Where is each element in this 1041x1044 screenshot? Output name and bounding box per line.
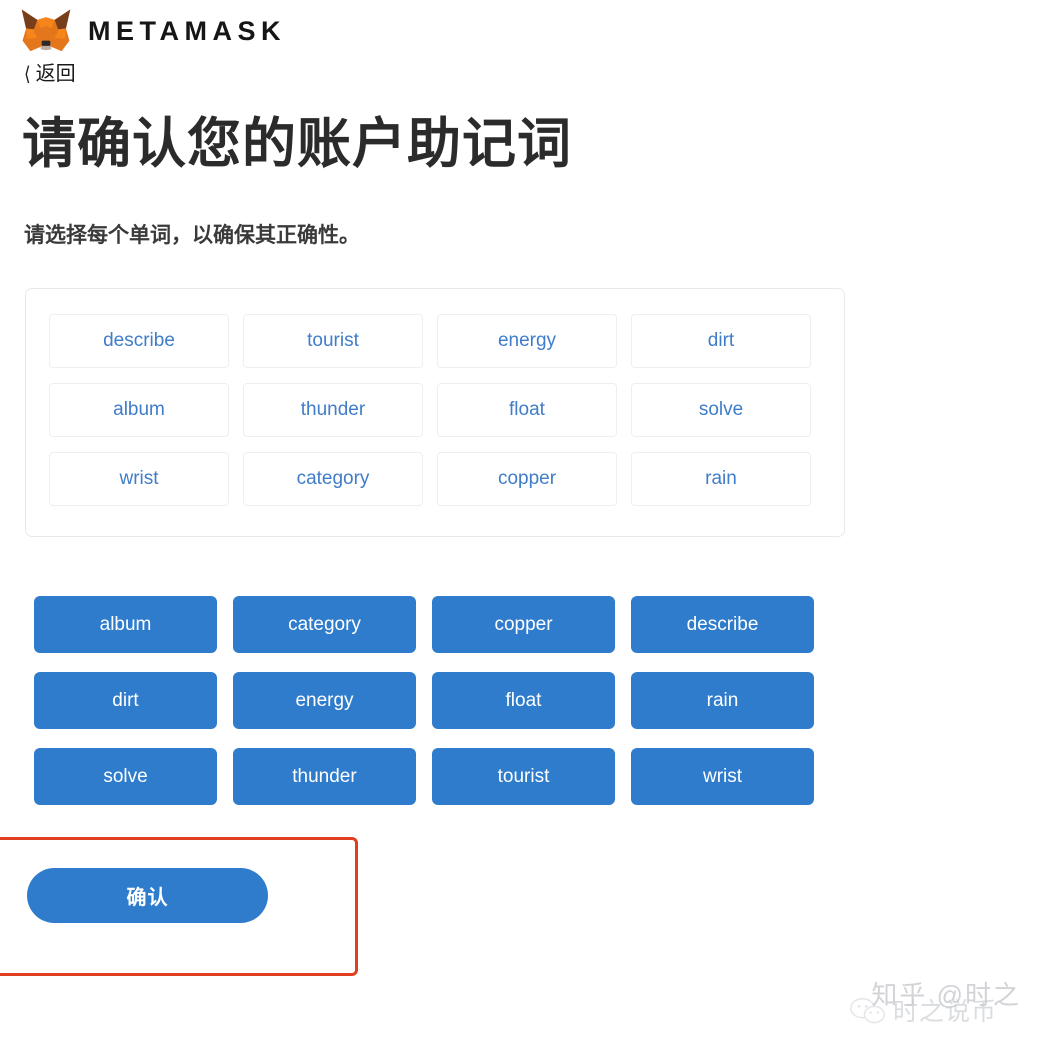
word-pool-button[interactable]: rain: [631, 672, 814, 729]
selected-word-chip[interactable]: describe: [49, 314, 229, 368]
selected-words-panel: describe tourist energy dirt album thunder flo…: [25, 288, 845, 537]
selected-word-chip[interactable]: album: [49, 383, 229, 437]
brand-header: METAMASK: [18, 6, 286, 58]
word-pool-button[interactable]: album: [34, 596, 217, 653]
chevron-left-icon: ⟨: [24, 63, 31, 86]
selected-word-chip[interactable]: float: [437, 383, 617, 437]
page-title: 请确认您的账户助记词: [22, 114, 572, 174]
word-pool-button[interactable]: wrist: [631, 748, 814, 805]
word-pool-button[interactable]: tourist: [432, 748, 615, 805]
selected-word-chip[interactable]: category: [243, 452, 423, 506]
watermark-zhihu: 知乎 @时之: [871, 980, 1021, 1010]
watermark-wechat-label: 时之说币: [892, 998, 997, 1026]
watermark-layer: 时之说币 知乎 @时之: [767, 966, 1027, 1036]
metamask-fox-icon: [21, 9, 71, 52]
page-subtitle: 请选择每个单词，以确保其正确性。: [24, 224, 360, 247]
watermark-wechat: 时之说币: [850, 992, 997, 1028]
selected-words-grid: describe tourist energy dirt album thunder flo…: [49, 314, 821, 506]
selected-word-chip[interactable]: dirt: [631, 314, 811, 368]
word-pool-button[interactable]: describe: [631, 596, 814, 653]
wechat-icon: [850, 998, 885, 1024]
metamask-wordmark: METAMASK: [88, 15, 286, 46]
back-link[interactable]: ⟨ 返回: [24, 62, 76, 86]
word-pool-button[interactable]: category: [233, 596, 416, 653]
word-pool-button[interactable]: solve: [34, 748, 217, 805]
word-pool-button[interactable]: dirt: [34, 672, 217, 729]
selected-word-chip[interactable]: tourist: [243, 314, 423, 368]
selected-word-chip[interactable]: wrist: [49, 452, 229, 506]
word-pool-button[interactable]: thunder: [233, 748, 416, 805]
selected-word-chip[interactable]: copper: [437, 452, 617, 506]
word-pool-button[interactable]: copper: [432, 596, 615, 653]
selected-word-chip[interactable]: thunder: [243, 383, 423, 437]
selected-word-chip[interactable]: solve: [631, 383, 811, 437]
back-link-label: 返回: [35, 63, 76, 85]
word-pool-button[interactable]: float: [432, 672, 615, 729]
word-pool-button[interactable]: energy: [233, 672, 416, 729]
selected-word-chip[interactable]: energy: [437, 314, 617, 368]
word-pool-grid: album category copper describe dirt energy flo…: [34, 596, 814, 805]
confirm-button[interactable]: 确认: [27, 868, 268, 923]
selected-word-chip[interactable]: rain: [631, 452, 811, 506]
